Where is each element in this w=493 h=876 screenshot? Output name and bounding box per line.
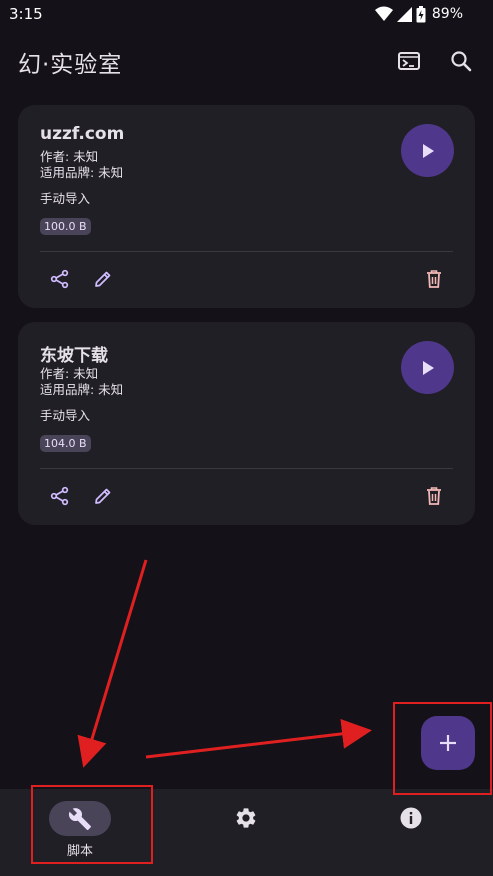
annotation-arrows [77,559,372,768]
annotation-arrow-to-nav [77,559,148,768]
annotation-arrow-to-fab [145,718,372,759]
